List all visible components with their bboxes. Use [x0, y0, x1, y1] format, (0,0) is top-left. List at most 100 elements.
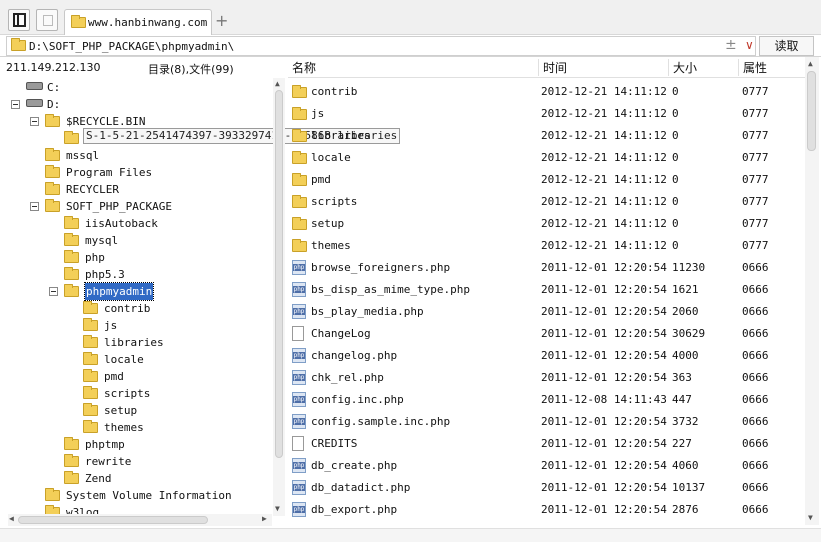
file-size: 1621: [672, 283, 699, 296]
php-file-icon: [292, 282, 306, 297]
tree-item[interactable]: phptmp: [0, 436, 270, 453]
file-row[interactable]: changelog.php 2011-12-01 12:20:54 4000 0666: [288, 345, 803, 367]
collapse-toggle-icon[interactable]: [30, 117, 39, 126]
scroll-up-icon[interactable]: ▲: [808, 59, 813, 68]
folder-icon: [64, 454, 79, 467]
tree-item[interactable]: php5.3: [0, 266, 270, 283]
tree-horizontal-scrollbar[interactable]: ◀ ▶: [8, 514, 272, 526]
chevron-down-icon[interactable]: ∨: [745, 38, 754, 52]
tree-item[interactable]: locale: [0, 351, 270, 368]
tree-item[interactable]: RECYCLER: [0, 181, 270, 198]
scroll-down-icon[interactable]: ▼: [275, 504, 280, 513]
tab-title: www.hanbinwang.com: [88, 16, 208, 29]
collapse-toggle-icon[interactable]: [11, 100, 20, 109]
file-row[interactable]: chk_rel.php 2011-12-01 12:20:54 363 0666: [288, 367, 803, 389]
file-row[interactable]: browse_foreigners.php 2011-12-01 12:20:54…: [288, 257, 803, 279]
file-time: 2011-12-01 12:20:54: [541, 371, 667, 384]
tree-item[interactable]: themes: [0, 419, 270, 436]
collapse-toggle-icon[interactable]: [49, 287, 58, 296]
tree-item-label: php: [85, 251, 105, 264]
tree-item-label: iisAutoback: [85, 217, 158, 230]
folder-icon: [11, 38, 26, 51]
scroll-thumb[interactable]: [18, 516, 208, 524]
sidebar-toggle-button[interactable]: [8, 9, 30, 31]
scroll-up-icon[interactable]: ▲: [275, 79, 280, 88]
tree-item[interactable]: System Volume Information: [0, 487, 270, 504]
file-name: setup: [311, 217, 345, 230]
column-size[interactable]: 大小: [673, 60, 697, 78]
file-time: 2012-12-21 14:11:12: [541, 129, 667, 142]
tree-item-label: SOFT_PHP_PACKAGE: [66, 200, 172, 213]
column-divider[interactable]: [738, 59, 739, 76]
tree-item[interactable]: iisAutoback: [0, 215, 270, 232]
scroll-down-icon[interactable]: ▼: [808, 513, 813, 522]
file-vertical-scrollbar[interactable]: ▲ ▼: [805, 57, 819, 525]
file-size: 227: [672, 437, 692, 450]
file-row[interactable]: contrib 2012-12-21 14:11:12 0 0777: [288, 81, 803, 103]
read-button[interactable]: 读取: [759, 36, 814, 56]
file-row[interactable]: pmd 2012-12-21 14:11:12 0 0777: [288, 169, 803, 191]
folder-icon: [292, 129, 307, 142]
tree-item[interactable]: Program Files: [0, 164, 270, 181]
tree-item[interactable]: php: [0, 249, 270, 266]
file-row[interactable]: themes 2012-12-21 14:11:12 0 0777: [288, 235, 803, 257]
file-row[interactable]: js 2012-12-21 14:11:12 0 0777: [288, 103, 803, 125]
file-row[interactable]: locale 2012-12-21 14:11:12 0 0777: [288, 147, 803, 169]
column-time[interactable]: 时间: [543, 60, 567, 78]
tree-item[interactable]: js: [0, 317, 270, 334]
file-attr: 0777: [742, 217, 769, 230]
tree-item[interactable]: C:: [0, 79, 270, 96]
file-row[interactable]: libraries 2012-12-21 14:11:12 0 0777: [288, 125, 803, 147]
file-row[interactable]: setup 2012-12-21 14:11:12 0 0777: [288, 213, 803, 235]
file-row[interactable]: CREDITS 2011-12-01 12:20:54 227 0666: [288, 433, 803, 455]
file-row[interactable]: ChangeLog 2011-12-01 12:20:54 30629 0666: [288, 323, 803, 345]
file-row[interactable]: bs_play_media.php 2011-12-01 12:20:54 2060…: [288, 301, 803, 323]
tree-vertical-scrollbar[interactable]: ▲ ▼: [273, 78, 285, 516]
file-size: 4000: [672, 349, 699, 362]
column-attr[interactable]: 属性: [743, 60, 767, 78]
tree-item[interactable]: contrib: [0, 300, 270, 317]
file-row[interactable]: bs_disp_as_mime_type.php 2011-12-01 12:20…: [288, 279, 803, 301]
tree-item[interactable]: mssql: [0, 147, 270, 164]
collapse-toggle-icon[interactable]: [30, 202, 39, 211]
file-row[interactable]: db_create.php 2011-12-01 12:20:54 4060 0666: [288, 455, 803, 477]
file-row[interactable]: config.inc.php 2011-12-08 14:11:43 447 0666: [288, 389, 803, 411]
tree-item[interactable]: phpmyadmin: [0, 282, 270, 301]
file-time: 2011-12-01 12:20:54: [541, 415, 667, 428]
file-name: chk_rel.php: [311, 371, 384, 384]
tree-item[interactable]: pmd: [0, 368, 270, 385]
new-tab-button[interactable]: +: [215, 11, 228, 30]
file-name: locale: [311, 151, 351, 164]
tree-item[interactable]: scripts: [0, 385, 270, 402]
bookmark-toggle-icon[interactable]: ±: [725, 37, 737, 53]
file-row[interactable]: db_export.php 2011-12-01 12:20:54 2876 0666: [288, 499, 803, 521]
scroll-thumb[interactable]: [275, 90, 283, 458]
column-divider[interactable]: [668, 59, 669, 76]
scroll-left-icon[interactable]: ◀: [9, 514, 14, 523]
file-row[interactable]: db_datadict.php 2011-12-01 12:20:54 10137 0…: [288, 477, 803, 499]
tree-item[interactable]: rewrite: [0, 453, 270, 470]
file-attr: 0666: [742, 437, 769, 450]
blank-tab-button[interactable]: [36, 9, 58, 31]
php-file-icon: [292, 304, 306, 319]
tab-hanbinwang[interactable]: www.hanbinwang.com: [64, 9, 212, 35]
file-row[interactable]: scripts 2012-12-21 14:11:12 0 0777: [288, 191, 803, 213]
tree-item[interactable]: D:: [0, 96, 270, 113]
tree-item[interactable]: setup: [0, 402, 270, 419]
folder-icon: [64, 267, 79, 280]
path-input[interactable]: D:\SOFT_PHP_PACKAGE\phpmyadmin\ ± ∨: [6, 36, 756, 56]
tree-item[interactable]: SOFT_PHP_PACKAGE: [0, 198, 270, 215]
tree-item[interactable]: Zend: [0, 470, 270, 487]
column-name[interactable]: 名称: [292, 60, 316, 78]
folder-icon: [64, 437, 79, 450]
scroll-right-icon[interactable]: ▶: [262, 514, 267, 523]
tree-item[interactable]: mysql: [0, 232, 270, 249]
file-time: 2011-12-01 12:20:54: [541, 349, 667, 362]
column-divider[interactable]: [538, 59, 539, 76]
scroll-thumb[interactable]: [807, 71, 816, 151]
file-row[interactable]: config.sample.inc.php 2011-12-01 12:20:54…: [288, 411, 803, 433]
file-size: 363: [672, 371, 692, 384]
tree-item[interactable]: libraries: [0, 334, 270, 351]
file-attr: 0666: [742, 393, 769, 406]
file-name: db_datadict.php: [311, 481, 411, 494]
